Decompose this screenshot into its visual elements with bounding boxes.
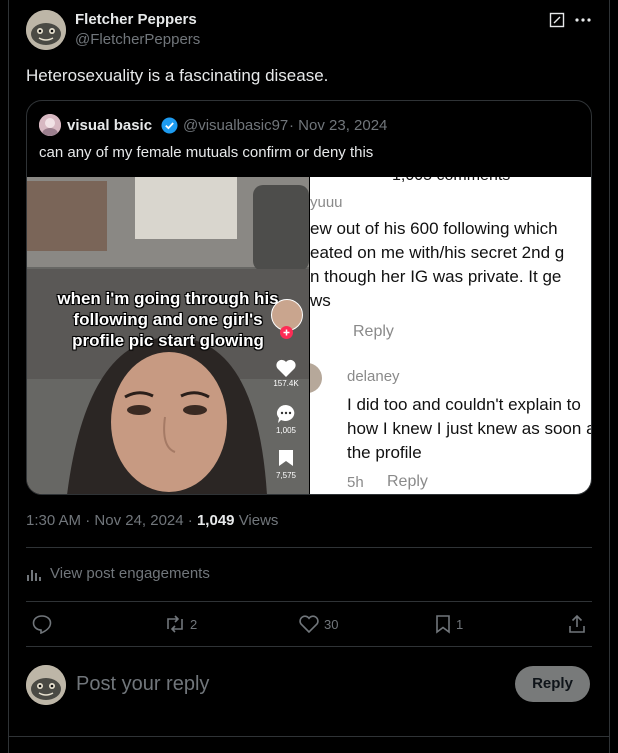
comment-1-line-4: ws [310,291,331,310]
post-time[interactable]: 1:30 AM [26,512,81,529]
quoted-post[interactable]: visual basic @visualbasic97 · Nov 23, 20… [26,100,592,495]
grok-icon[interactable] [549,12,565,28]
media-comments-screenshot[interactable]: 1,005 comments yuuu ew out of his 600 fo… [310,177,592,494]
comment-1-line-2: eated on me with/his secret 2nd g [310,243,565,262]
bookmark-action[interactable]: 1 [434,614,463,634]
divider-2 [26,601,592,602]
quote-author-avatar[interactable] [39,114,61,136]
like-count: 30 [324,616,339,632]
quote-author-handle[interactable]: @visualbasic97 [183,117,288,134]
comment-1-reply: Reply [353,323,394,340]
bookmark-icon [278,449,294,467]
video-caption-line-2: following and one girl's [73,310,263,329]
like-icon [298,614,320,634]
quote-date[interactable]: · Nov 23, 2024 [289,117,387,134]
author-avatar[interactable] [26,10,66,50]
repost-action[interactable]: 2 [164,614,197,634]
quote-author-name[interactable]: visual basic [67,117,152,134]
views-label: Views [238,512,279,529]
media-video-screenshot[interactable]: when i'm going through his following and… [27,177,309,494]
video-caption-line-3: profile pic start glowing [72,331,264,350]
reply-action[interactable] [32,614,52,634]
view-engagements-label: View post engagements [50,565,210,582]
views-count: 1,049 [196,512,235,529]
comments-header: 1,005 comments [392,177,510,185]
post-meta: 1:30 AM · Nov 24, 2024 · 1,049 Views [26,512,278,529]
bookmark-count: 1 [456,616,464,632]
author-name[interactable]: Fletcher Peppers [75,11,197,28]
quote-text: can any of my female mutuals confirm or … [39,144,374,161]
comment-1-line-1: ew out of his 600 following which [310,219,558,238]
post-date[interactable]: Nov 24, 2024 [94,512,183,529]
comments-count: 1,005 [275,426,297,435]
meta-separator-2: · [187,512,193,529]
comment-bubble-icon [276,404,296,424]
share-action[interactable] [567,614,587,634]
quote-media[interactable]: when i'm going through his following and… [27,177,592,494]
heart-icon [275,358,297,378]
divider-3 [26,646,592,647]
follow-plus-icon [280,326,293,339]
divider-4 [9,736,609,737]
meta-separator: · [85,512,91,529]
video-caption-line-1: when i'm going through his [57,289,279,308]
comment-1-line-3: n though her IG was private. It ge [310,267,562,286]
comment-2-line-1: I did too and couldn't explain to [347,395,581,414]
reply-icon [32,614,52,634]
verified-badge-icon [161,117,178,134]
share-icon [567,614,587,634]
divider-1 [26,547,592,548]
like-action[interactable]: 30 [298,614,338,634]
view-engagements-link[interactable]: View post engagements [26,565,210,582]
author-handle[interactable]: @FletcherPeppers [75,31,200,48]
reply-button[interactable]: Reply [515,666,590,702]
repost-count: 2 [190,616,198,632]
comment-2-time: 5h [347,474,364,491]
current-user-avatar[interactable] [26,665,66,705]
saves-count: 7,575 [275,471,297,480]
more-options-icon[interactable] [574,12,592,28]
comment-1-user: yuuu [310,194,343,211]
likes-count: 157.4K [273,379,299,388]
repost-icon [164,614,186,634]
post-text: Heterosexuality is a fascinating disease… [26,66,329,85]
comment-2-line-3: the profile [347,443,422,462]
reply-input[interactable]: Post your reply [76,673,496,696]
comment-2-user: delaney [347,368,400,385]
bookmark-outline-icon [434,614,452,634]
comment-2-avatar [310,363,322,393]
comment-2-line-2: how I knew I just knew as soon a [347,419,592,438]
analytics-icon [26,566,42,582]
comment-2-reply: Reply [387,473,428,490]
